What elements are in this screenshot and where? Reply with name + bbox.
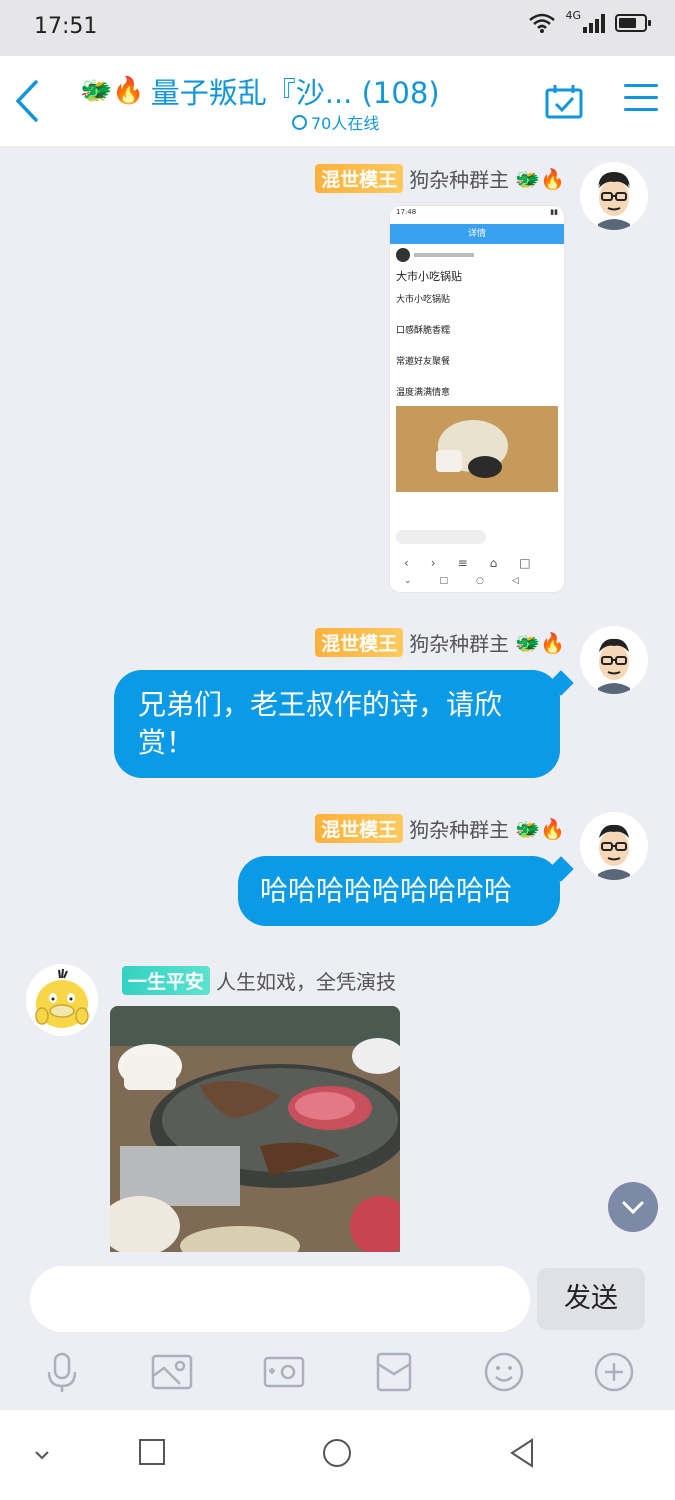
shot-post-title: 大市小吃锅贴 — [396, 270, 462, 283]
group-title[interactable]: 🐲🔥 量子叛乱『沙... (108) — [80, 70, 440, 112]
sender-name: 狗杂种群主 — [409, 818, 510, 842]
shot-status-bar: 17:48 ▮▮ — [390, 206, 564, 224]
avatar-me[interactable] — [580, 162, 648, 230]
shot-line: 大市小吃锅贴 — [396, 295, 451, 305]
image-message-screenshot[interactable]: 17:48 ▮▮ 详情 大市小吃锅贴 大市小吃锅贴 口感酥脆香糯 常邀好友聚餐 … — [390, 206, 564, 592]
image-message-photo[interactable] — [110, 1006, 400, 1252]
member-title-badge: 混世模王 — [315, 164, 404, 193]
image-icon[interactable] — [150, 1350, 194, 1394]
back-button[interactable] — [8, 76, 48, 126]
text-message-bubble[interactable]: 哈哈哈哈哈哈哈哈哈 — [238, 856, 560, 926]
avatar-me[interactable] — [580, 812, 648, 880]
text-message-bubble[interactable]: 兄弟们，老王叔作的诗，请欣赏！ — [114, 670, 560, 778]
sender-name: 狗杂种群主 — [409, 168, 510, 192]
sender-name: 狗杂种群主 — [409, 632, 510, 656]
microphone-icon[interactable] — [40, 1350, 84, 1394]
back-icon[interactable] — [508, 1438, 536, 1468]
shot-time: 17:48 — [396, 208, 417, 216]
avatar-cartoon-glasses-icon — [598, 638, 630, 694]
shot-bottom-bar: ‹›≡⌂□ ⌄□○◁ — [390, 530, 564, 592]
shot-line: 常邀好友聚餐 — [396, 357, 451, 367]
avatar-cartoon-glasses-icon — [580, 162, 648, 230]
online-count[interactable]: 70人在线 — [292, 110, 379, 134]
collapse-icon[interactable] — [32, 1448, 52, 1462]
plus-circle-icon[interactable] — [592, 1350, 636, 1394]
input-toolbar — [0, 1346, 675, 1402]
avatar-cartoon-glasses-icon — [598, 824, 630, 880]
shot-author-row — [390, 244, 564, 266]
signal-icon — [583, 13, 605, 33]
battery-fill — [619, 18, 636, 28]
camera-icon[interactable] — [262, 1350, 306, 1394]
battery-icon — [615, 14, 651, 32]
avatar-other[interactable] — [26, 964, 98, 1036]
home-icon[interactable] — [322, 1438, 352, 1468]
system-navigation-bar — [0, 1410, 675, 1500]
group-name: 量子叛乱『沙... (108) — [150, 76, 440, 110]
avatar-me[interactable] — [580, 626, 648, 694]
send-button[interactable]: 发送 — [537, 1268, 645, 1330]
avatar-yellow-duck-icon — [35, 968, 89, 1028]
wifi-icon — [529, 13, 556, 33]
online-text: 70人在线 — [311, 114, 380, 133]
shot-author-avatar — [396, 248, 410, 262]
sender-name: 人生如戏，全凭演技 — [216, 970, 397, 994]
shot-food-photo — [396, 406, 558, 492]
status-icons: 4G — [529, 8, 651, 34]
sender-row: 一生平安 人生如戏，全凭演技 — [122, 966, 396, 995]
red-packet-icon[interactable] — [372, 1350, 416, 1394]
input-area: 发送 — [0, 1252, 675, 1410]
shot-line: 温度满满情意 — [396, 388, 451, 398]
emoji-icon[interactable] — [482, 1350, 526, 1394]
member-title-badge: 一生平安 — [122, 966, 211, 995]
sender-row: 混世模王 狗杂种群主 🐲🔥 — [315, 628, 565, 657]
chat-list[interactable]: 混世模王 狗杂种群主 🐲🔥 17:48 ▮▮ 详情 大市小吃锅贴 大市小吃锅贴 … — [0, 146, 675, 1252]
message-input[interactable] — [30, 1266, 530, 1332]
shot-line: 口感酥脆香糯 — [396, 326, 451, 336]
chat-header: 🐲🔥 量子叛乱『沙... (108) 70人在线 — [0, 56, 675, 146]
chevron-down-icon — [622, 1201, 644, 1215]
network-type: 4G — [565, 8, 581, 22]
sender-row: 混世模王 狗杂种群主 🐲🔥 — [315, 164, 565, 193]
title-emoji: 🐲🔥 — [80, 76, 145, 106]
sender-emoji: 🐲🔥 — [515, 816, 565, 841]
member-title-badge: 混世模王 — [315, 814, 404, 843]
recent-apps-icon[interactable] — [138, 1438, 166, 1466]
scroll-to-bottom-button[interactable] — [608, 1182, 658, 1232]
sender-row: 混世模王 狗杂种群主 🐲🔥 — [315, 814, 565, 843]
shot-header: 详情 — [390, 224, 564, 244]
online-check-icon — [292, 114, 307, 130]
calendar-check-icon[interactable] — [544, 84, 584, 120]
shot-header-title: 详情 — [467, 229, 486, 239]
sender-emoji: 🐲🔥 — [515, 166, 565, 191]
hamburger-menu-icon[interactable] — [624, 84, 658, 118]
status-bar: 17:51 4G — [0, 0, 675, 56]
sender-emoji: 🐲🔥 — [515, 630, 565, 655]
grilled-meat-photo — [110, 1006, 400, 1252]
status-time: 17:51 — [34, 14, 98, 39]
member-title-badge: 混世模王 — [315, 628, 404, 657]
